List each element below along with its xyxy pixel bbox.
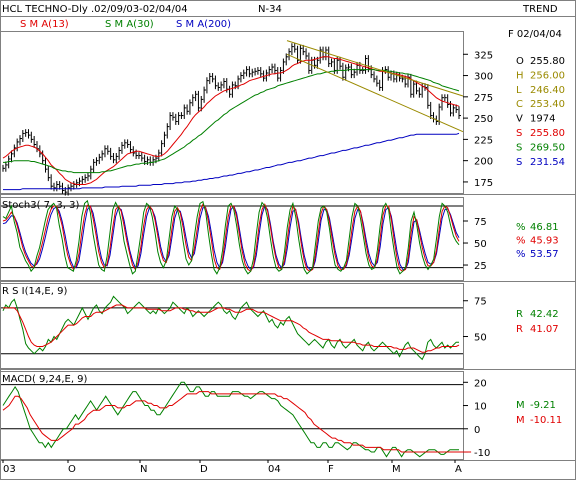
stoch-tick-label: 75 <box>474 217 487 228</box>
sma-line-3 <box>3 132 460 191</box>
legend: S M A(13) S M A(30) S M A(200) <box>20 19 231 30</box>
x-tick-label: F <box>328 464 334 475</box>
x-tick-label: N <box>140 464 147 475</box>
legend-sma200: S M A(200) <box>176 19 231 30</box>
x-tick-label: A <box>455 464 462 475</box>
price-tick-label: 300 <box>474 72 493 83</box>
price-plot: 325 300 275 250 225 200 175 <box>2 40 493 196</box>
sma-line-2 <box>3 69 460 174</box>
x-tick-label: 04 <box>268 464 281 475</box>
price-readout-value: 255.80 <box>530 56 565 67</box>
stoch-readout-key: % <box>516 222 526 233</box>
stoch-readout-key: % <box>516 249 526 260</box>
macd-readout-value: -10.11 <box>530 415 562 426</box>
x-tick-label: M <box>392 464 401 475</box>
price-readout: F 02/04/04 O 255.80 H 256.00 L 246.40 C 253.40 V… <box>508 29 565 168</box>
price-tick-label: 325 <box>474 50 493 61</box>
price-readout-value: 269.50 <box>530 142 565 153</box>
macd-readout-key: M <box>516 415 525 426</box>
price-readout-value: 1974 <box>530 114 555 125</box>
price-tick-label: 175 <box>474 178 493 189</box>
macd-tick-label: 10 <box>474 402 487 413</box>
trend-channel-line <box>286 40 464 97</box>
rsi-readout-key: R <box>516 324 523 335</box>
stoch-readout-value: 45.93 <box>530 236 559 247</box>
price-readout-key: C <box>516 99 523 110</box>
chart-title: HCL TECHNO-Dly .02/09/03-02/04/04 <box>2 4 188 15</box>
legend-sma13: S M A(13) <box>20 19 69 30</box>
rsi-tick-label: 75 <box>474 297 487 308</box>
macd-plot: 20 10 0 -10 <box>1 378 490 459</box>
rsi-title: R S I(14,E, 9) <box>2 286 67 297</box>
price-readout-key: S <box>516 157 522 168</box>
stoch-readout-key: % <box>516 236 526 247</box>
stoch-readout-value: 53.57 <box>530 249 559 260</box>
rsi-line-Signal <box>3 304 460 353</box>
macd-title: MACD( 9,24,E, 9) <box>2 374 88 385</box>
x-tick-label: D <box>200 464 208 475</box>
macd-readout: M -9.21 M -10.11 <box>516 400 562 426</box>
price-readout-value: 253.40 <box>530 99 565 110</box>
stoch-title: Stoch3( 7, 3, 3) <box>2 200 79 211</box>
stoch-readout: % 46.81% 45.93% 53.57 <box>516 222 559 260</box>
stock-chart: HCL TECHNO-Dly .02/09/03-02/04/04 N-34 T… <box>0 0 576 480</box>
price-readout-key: S <box>516 128 522 139</box>
price-readout-value: 255.80 <box>530 128 565 139</box>
chart-n-label: N-34 <box>258 4 282 15</box>
macd-readout-key: M <box>516 400 525 411</box>
price-panel-frame <box>0 31 464 194</box>
x-axis: 03 O N D 04 F M A <box>2 460 462 475</box>
price-readout-key: H <box>516 70 524 81</box>
price-tick-label: 275 <box>474 93 493 104</box>
rsi-readout: R 42.42 R 41.07 <box>516 309 559 335</box>
trend-label: TREND <box>522 4 558 15</box>
price-tick-label: 225 <box>474 135 493 146</box>
price-readout-value: 246.40 <box>530 85 565 96</box>
x-tick-label: O <box>68 464 76 475</box>
price-tick-label: 250 <box>474 114 493 125</box>
readout-date: F 02/04/04 <box>508 29 562 40</box>
stoch-readout-value: 46.81 <box>530 222 559 233</box>
rsi-readout-key: R <box>516 309 523 320</box>
stoch-tick-label: 25 <box>474 261 487 272</box>
stoch-plot: 75 50 25 <box>1 199 487 275</box>
rsi-readout-value: 42.42 <box>530 309 559 320</box>
stoch-tick-label: 50 <box>474 239 487 250</box>
rsi-tick-label: 50 <box>474 333 487 344</box>
price-readout-key: O <box>516 56 524 67</box>
price-tick-label: 200 <box>474 157 493 168</box>
rsi-panel-frame <box>0 283 464 369</box>
x-tick-label: 03 <box>3 464 16 475</box>
legend-sma30: S M A(30) <box>105 19 154 30</box>
rsi-line-RSI <box>2 295 459 361</box>
macd-tick-label: 0 <box>474 425 480 436</box>
rsi-plot: 75 50 <box>1 295 487 361</box>
macd-tick-label: 20 <box>474 378 487 389</box>
macd-line-Signal <box>2 391 472 453</box>
price-readout-key: V <box>516 114 523 125</box>
trend-channel-line <box>286 53 464 133</box>
rsi-readout-value: 41.07 <box>530 324 559 335</box>
macd-tick-label: -10 <box>474 448 490 459</box>
price-readout-key: S <box>516 142 522 153</box>
macd-readout-value: -9.21 <box>530 400 556 411</box>
price-readout-value: 256.00 <box>530 70 565 81</box>
price-readout-key: L <box>516 85 522 96</box>
price-readout-value: 231.54 <box>530 157 565 168</box>
